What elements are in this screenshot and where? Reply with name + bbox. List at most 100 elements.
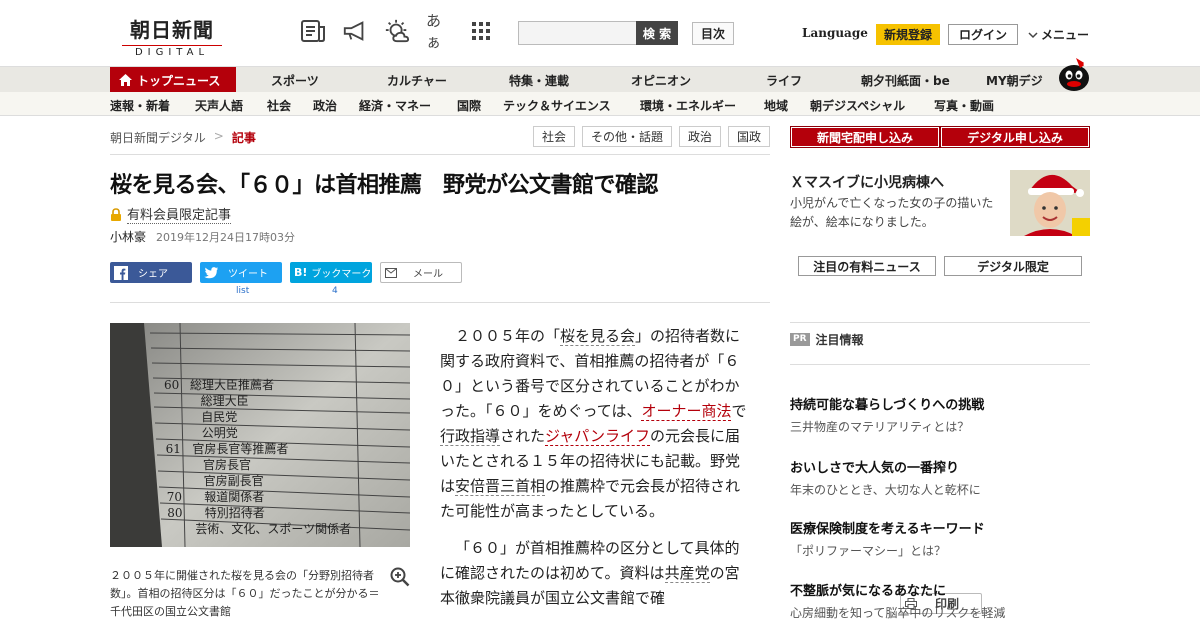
keyword-link-jcp[interactable]: 共産党 xyxy=(664,564,710,583)
subnav-item-society[interactable]: 社会 xyxy=(267,97,291,114)
pr-item-title[interactable]: 不整脈が気になるあなたに xyxy=(790,580,1090,599)
article-photo[interactable]: 総理大臣推薦者 60 総理大臣 自民党 公明党 官房長官等推薦者 61 官房長官 官房副長官 報道… xyxy=(110,323,410,547)
article-title: 桜を見る会、「６０」は首相推薦 野党が公文書館で確認 xyxy=(110,173,659,198)
tag-other[interactable]: その他・話題 xyxy=(581,126,672,147)
pr-item-subtitle: 心房細動を知って脳卒中のリスクを軽減 xyxy=(790,606,1006,620)
tag-national-politics[interactable]: 国政 xyxy=(727,126,770,147)
nav-item-my-asadigi[interactable]: MY朝デジ xyxy=(986,72,1043,89)
nav-item-opinion[interactable]: オピニオン xyxy=(631,72,691,89)
promo-text: 小児がんで亡くなった女の子の描いた絵が、絵本になりました。 xyxy=(790,196,994,229)
pr-item-title[interactable]: おいしさで大人気の一番搾り xyxy=(790,457,1090,476)
font-size-icon[interactable]: あぁ xyxy=(426,12,452,51)
twitter-count[interactable]: list xyxy=(236,286,249,296)
tag-politics[interactable]: 政治 xyxy=(678,126,721,147)
nav-top-news-label: トップニュース xyxy=(137,73,221,88)
facebook-share-label: シェア xyxy=(138,269,168,280)
divider xyxy=(790,322,1090,323)
search-button[interactable]: 検 索 xyxy=(636,21,678,45)
facebook-share-button[interactable]: シェア xyxy=(110,262,192,283)
hatena-count[interactable]: 4 xyxy=(332,286,338,296)
site-header: 朝日新聞 DIGITAL あぁ 検 索 目次 Language 新規登録 ログイ… xyxy=(0,0,1200,66)
nav-item-paper[interactable]: 朝夕刊紙面・be xyxy=(861,72,950,89)
subscribe-bar: 新聞宅配申し込み デジタル申し込み xyxy=(790,126,1090,148)
zoom-icon[interactable] xyxy=(390,567,410,587)
site-logo[interactable]: 朝日新聞 DIGITAL xyxy=(116,14,228,58)
nav-top-news[interactable]: トップニュース xyxy=(110,67,236,93)
register-button[interactable]: 新規登録 xyxy=(876,24,940,45)
pr-item[interactable]: おいしさで大人気の一番搾り 年末のひととき、大切な人と乾杯に xyxy=(790,457,1090,498)
subnav-item-economy[interactable]: 経済・マネー xyxy=(359,97,431,114)
subnav-item-region[interactable]: 地域 xyxy=(764,97,788,114)
keyword-link-japanlife[interactable]: ジャパンライフ xyxy=(545,427,651,446)
hatena-bookmark-button[interactable]: B! ブックマーク xyxy=(290,262,372,283)
photo-row-code: 60 xyxy=(164,378,179,392)
newspaper-icon[interactable] xyxy=(300,18,326,44)
pr-item[interactable]: 持続可能な暮らしづくりへの挑戦 三井物産のマテリアリティとは？ xyxy=(790,394,1090,435)
subnav-item-international[interactable]: 国際 xyxy=(457,97,481,114)
subnav-item-breaking[interactable]: 速報・新着 xyxy=(110,97,170,114)
subnav-item-tenseijingo[interactable]: 天声人語 xyxy=(195,97,243,114)
subscribe-digital-button[interactable]: デジタル申し込み xyxy=(941,127,1089,147)
toc-button[interactable]: 目次 xyxy=(692,22,734,45)
pr-item-title[interactable]: 持続可能な暮らしづくりへの挑戦 xyxy=(790,394,1090,413)
twitter-icon xyxy=(204,266,218,278)
pr-item-title[interactable]: 医療保険制度を考えるキーワード xyxy=(790,518,1090,537)
mail-share-button[interactable]: メール xyxy=(380,262,462,283)
article-paragraph: 「６０」が首相推薦枠の区分として具体的に確認されたのは初めて。資料は共産党の宮本… xyxy=(440,536,750,611)
subnav-item-environment[interactable]: 環境・エネルギー xyxy=(640,97,736,114)
photo-row-code: 80 xyxy=(167,506,182,520)
pr-item[interactable]: 医療保険制度を考えるキーワード 「ポリファーマシー」とは？ xyxy=(790,518,1090,559)
paid-news-button[interactable]: 注目の有料ニュース xyxy=(798,256,936,276)
logo-text: 朝日新聞 xyxy=(130,18,214,42)
keyword-link-abe[interactable]: 安倍晋三首相 xyxy=(455,477,546,496)
subscribe-paper-button[interactable]: 新聞宅配申し込み xyxy=(791,127,939,147)
paid-label: 有料会員限定記事 xyxy=(110,204,232,224)
pr-section-title: 注目情報 xyxy=(815,333,864,347)
login-button[interactable]: ログイン xyxy=(948,24,1018,45)
keyword-link-owner-business[interactable]: オーナー商法 xyxy=(641,402,732,421)
article-tags: 社会 その他・話題 政治 国政 xyxy=(532,126,770,147)
subnav-item-photo-video[interactable]: 写真・動画 xyxy=(934,97,994,114)
paid-label-text[interactable]: 有料会員限定記事 xyxy=(127,204,232,224)
divider xyxy=(790,364,1090,365)
nav-item-culture[interactable]: カルチャー xyxy=(387,72,447,89)
article-body: ２００５年の「桜を見る会」の招待者数に関する政府資料で、首相推薦の招待者が「６０… xyxy=(440,324,750,611)
promo-image[interactable] xyxy=(1010,170,1090,236)
keyword-link-sakura[interactable]: 桜を見る会 xyxy=(560,327,636,346)
search-input[interactable] xyxy=(518,21,636,45)
breadcrumb-home[interactable]: 朝日新聞デジタル xyxy=(110,129,206,146)
twitter-share-label: ツイート xyxy=(228,269,268,280)
facebook-icon xyxy=(114,265,128,280)
photo-row-label: 芸術、文化、スポーツ関係者 xyxy=(195,521,351,536)
nav-item-features[interactable]: 特集・連載 xyxy=(509,72,569,89)
pr-item[interactable]: 不整脈が気になるあなたに 心房細動を知って脳卒中のリスクを軽減 xyxy=(790,580,1090,621)
lock-icon xyxy=(111,207,121,221)
divider xyxy=(110,302,770,303)
megaphone-icon[interactable] xyxy=(342,18,368,44)
twitter-share-button[interactable]: ツイート xyxy=(200,262,282,283)
subnav-item-politics[interactable]: 政治 xyxy=(313,97,337,114)
digital-only-button[interactable]: デジタル限定 xyxy=(944,256,1082,276)
logo-subtext: DIGITAL xyxy=(122,45,222,58)
tag-society[interactable]: 社会 xyxy=(532,126,575,147)
breadcrumb-current: 記事 xyxy=(231,131,256,145)
breadcrumb-separator: > xyxy=(213,129,224,143)
grid-icon[interactable] xyxy=(468,18,494,44)
menu-button[interactable]: メニュー xyxy=(1028,26,1089,43)
nav-item-life[interactable]: ライフ xyxy=(766,72,802,89)
chevron-down-icon xyxy=(1028,31,1038,38)
breadcrumb: 朝日新聞デジタル > 記事 xyxy=(110,129,256,146)
photo-row-label: 報道関係者 xyxy=(204,490,264,504)
subnav-item-special[interactable]: 朝デジスペシャル xyxy=(810,97,905,114)
weather-icon[interactable] xyxy=(384,18,410,44)
mascot-icon[interactable] xyxy=(1056,56,1092,92)
hatena-bookmark-label: ブックマーク xyxy=(311,269,372,280)
nav-item-sports[interactable]: スポーツ xyxy=(271,72,319,89)
keyword-link-admin-guidance[interactable]: 行政指導 xyxy=(440,427,501,446)
mail-share-label: メール xyxy=(413,269,443,280)
promo-title[interactable]: Ｘマスイブに小児病棟へ xyxy=(790,172,944,192)
divider xyxy=(110,154,770,155)
language-link[interactable]: Language xyxy=(802,26,868,40)
pr-item-subtitle: 「ポリファーマシー」とは？ xyxy=(790,544,947,558)
subnav-item-tech[interactable]: テック＆サイエンス xyxy=(503,97,611,114)
